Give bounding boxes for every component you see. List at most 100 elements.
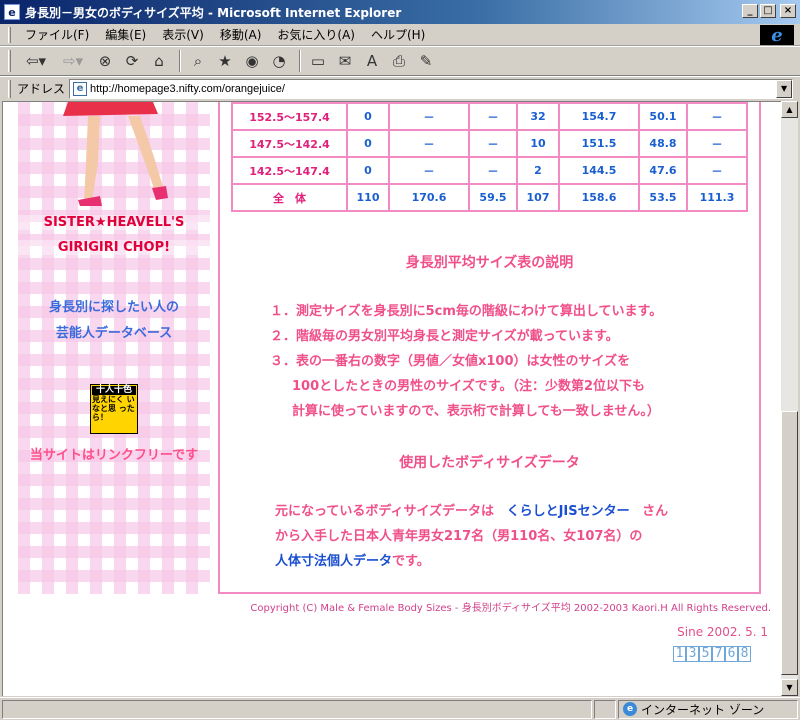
height-range-cell: 142.5～147.4 [231, 156, 348, 185]
link-free-notice: 当サイトはリンクフリーです [29, 448, 199, 463]
table-cell: 144.5 [558, 156, 640, 185]
table-cell: 151.5 [558, 129, 640, 158]
explanation-item3-line1: ３．表の一番右の数字（男値／女値x100）は女性のサイズを [270, 354, 631, 369]
copyright-notice: Copyright (C) Male & Female Body Sizes -… [250, 603, 771, 614]
table-cell: 158.6 [558, 183, 640, 212]
table-cell: － [468, 102, 518, 131]
counter-digit: 8 [738, 646, 751, 662]
table-cell: － [468, 129, 518, 158]
table-cell: 107 [516, 183, 560, 212]
address-url[interactable]: http://homepage3.nifty.com/orangejuice/ [90, 83, 285, 95]
window-controls: _ □ × [742, 4, 796, 18]
channels-icon[interactable]: ▭ [306, 49, 330, 73]
edit-icon[interactable]: ✎ [414, 49, 438, 73]
table-cell: 2 [516, 156, 560, 185]
explanation-item2: ２．階級毎の男女別平均身長と測定サイズが載っています。 [270, 329, 619, 344]
table-cell: 48.8 [638, 129, 688, 158]
counter-digit: 3 [686, 646, 699, 662]
toolbar-separator [179, 50, 181, 72]
table-cell: 59.5 [468, 183, 518, 212]
database-link-line1[interactable]: 身長別に探したい人の [18, 296, 210, 315]
menu-help[interactable]: ヘルプ(H) [363, 24, 433, 45]
toolbar-grip[interactable] [8, 50, 11, 72]
refresh-icon[interactable]: ⟳ [120, 49, 144, 73]
search-icon[interactable]: ⌕ [186, 49, 210, 73]
table-cell: 0 [346, 129, 390, 158]
database-link-line2[interactable]: 芸能人データベース [18, 322, 210, 341]
address-grip[interactable] [8, 79, 11, 98]
table-cell: 53.5 [638, 183, 688, 212]
counter-digit: 7 [712, 646, 725, 662]
stop-icon[interactable]: ⊗ [93, 49, 117, 73]
body-data-link[interactable]: 人体寸法個人データ [275, 554, 392, 569]
scroll-up-icon[interactable]: ▲ [781, 101, 798, 118]
table-cell: 10 [516, 129, 560, 158]
site-title-line1: SISTER★HEAVELL'S [18, 215, 210, 230]
table-cell: － [388, 129, 470, 158]
scroll-down-icon[interactable]: ▼ [781, 679, 798, 696]
table-cell: 50.1 [638, 102, 688, 131]
legs-illustration [63, 102, 168, 206]
status-bar: e インターネット ゾーン [0, 697, 800, 720]
menu-edit[interactable]: 編集(E) [97, 24, 154, 45]
mail-icon[interactable]: ✉ [333, 49, 357, 73]
ie-page-icon: e [4, 4, 20, 20]
menu-go[interactable]: 移動(A) [212, 24, 270, 45]
maximize-button[interactable]: □ [760, 4, 776, 18]
explanation-heading: 身長別平均サイズ表の説明 [405, 255, 574, 271]
size-table: 152.5～157.4 0 －－ 32 154.7 50.1 － 147.5～142.4 0 －－… [231, 102, 748, 212]
table-cell: － [468, 156, 518, 185]
table-cell: － [686, 129, 748, 158]
page-icon: e [73, 81, 88, 96]
vertical-scrollbar[interactable]: ▲ ▼ [781, 101, 798, 696]
forward-arrow-icon[interactable]: ⇨▾ [56, 49, 90, 73]
table-cell: 47.6 [638, 156, 688, 185]
toolbar: ⇦▾ ⇨▾ ⊗ ⟳ ⌂ ⌕ ★ ◉ ◔ ▭ ✉ A ⎙ ✎ [0, 46, 800, 76]
table-row: 152.5～157.4 0 －－ 32 154.7 50.1 － [231, 102, 748, 131]
menu-file[interactable]: ファイル(F) [17, 24, 97, 45]
table-cell: 111.3 [686, 183, 748, 212]
explanation-item3-line3: 計算に使っていますので、表示桁で計算しても一致しません。） [292, 404, 660, 419]
banner-badge[interactable]: 十人十色 見えにく いなと思 ったら！ [90, 384, 138, 434]
home-icon[interactable]: ⌂ [147, 49, 171, 73]
favorites-icon[interactable]: ★ [213, 49, 237, 73]
history-icon[interactable]: ◔ [267, 49, 291, 73]
access-counter: 1 3 5 7 6 8 [673, 646, 751, 662]
table-row: 142.5～147.4 0 －－ 2 144.5 47.6 － [231, 156, 748, 185]
table-row: 147.5～142.4 0 －－ 10 151.5 48.8 － [231, 129, 748, 158]
table-cell: 32 [516, 102, 560, 131]
counter-digit: 6 [725, 646, 738, 662]
since-date: Sine 2002. 5. 1 [677, 625, 768, 639]
menu-grip[interactable] [8, 26, 11, 43]
table-cell: 0 [346, 156, 390, 185]
address-bar: アドレス e http://homepage3.nifty.com/orange… [0, 76, 800, 100]
minimize-button[interactable]: _ [742, 4, 758, 18]
toolbar-separator [299, 50, 301, 72]
table-cell: 170.6 [388, 183, 470, 212]
address-dropdown-icon[interactable]: ▼ [776, 79, 793, 98]
table-cell: － [388, 102, 470, 131]
scroll-thumb[interactable] [781, 411, 798, 675]
close-button[interactable]: × [780, 4, 796, 18]
source-heading: 使用したボディサイズデータ [399, 455, 580, 471]
table-row: 全 体 110 170.6 59.5 107 158.6 53.5 111.3 [231, 183, 748, 212]
back-arrow-icon[interactable]: ⇦▾ [19, 49, 53, 73]
font-size-icon[interactable]: A [360, 49, 384, 73]
title-bar: e 身長別－男女のボディサイズ平均 - Microsoft Internet E… [0, 0, 800, 24]
menu-bar: ファイル(F) 編集(E) 表示(V) 移動(A) お気に入り(A) ヘルプ(H… [0, 24, 800, 46]
status-text-panel [2, 699, 592, 719]
media-icon[interactable]: ◉ [240, 49, 264, 73]
menu-favorites[interactable]: お気に入り(A) [269, 24, 363, 45]
address-input[interactable]: e http://homepage3.nifty.com/orangejuice… [69, 78, 794, 99]
badge-title: 十人十色 [92, 386, 136, 395]
source-line1: 元になっているボディサイズデータは くらしとJISセンター さん [275, 500, 668, 519]
height-range-cell: 152.5～157.4 [231, 102, 348, 131]
print-icon[interactable]: ⎙ [387, 49, 411, 73]
table-cell: － [686, 102, 748, 131]
source-line1-text: 元になっているボディサイズデータは [275, 504, 495, 519]
page-viewport: SISTER★HEAVELL'S GIRIGIRI CHOP! 身長別に探したい… [2, 101, 781, 696]
height-range-cell: 全 体 [231, 183, 348, 212]
counter-digit: 1 [673, 646, 686, 662]
kurashi-jis-link[interactable]: くらしとJISセンター [507, 504, 630, 519]
menu-view[interactable]: 表示(V) [154, 24, 212, 45]
